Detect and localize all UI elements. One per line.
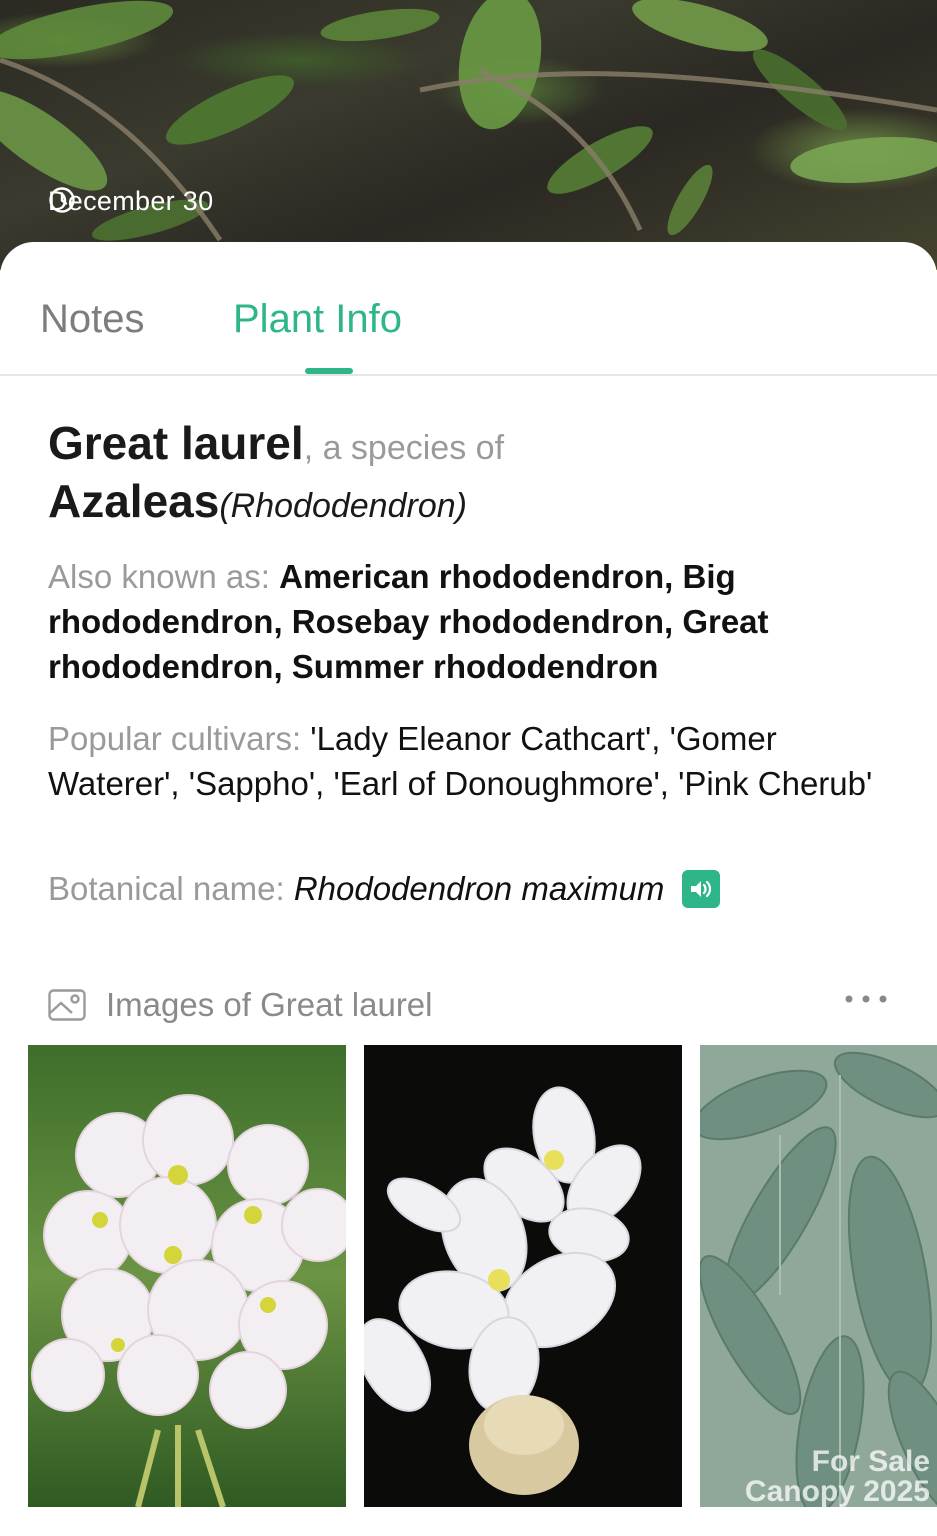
species-of-text: , a species of: [303, 429, 505, 467]
gallery-image-white-flowers[interactable]: [364, 1045, 682, 1507]
cultivars-label: Popular cultivars:: [48, 720, 311, 757]
watermark-line1: For Sale: [811, 1445, 930, 1478]
common-name: Great laurel: [48, 417, 304, 469]
images-title: Images of Great laurel: [106, 986, 433, 1023]
genus-latin-name: (Rhododendron): [219, 487, 467, 525]
plant-title: Great laurel, a species of: [48, 416, 908, 470]
active-tab-indicator: [305, 368, 353, 374]
plant-genus: Azaleas(Rhododendron): [48, 474, 908, 528]
hero-photo: December 30: [0, 0, 937, 270]
tab-bar: Notes Plant Info: [0, 242, 937, 376]
more-icon[interactable]: [844, 992, 888, 1006]
botanical-label: Botanical name:: [48, 870, 285, 907]
aka-label: Also known as:: [48, 558, 280, 595]
speaker-icon[interactable]: [682, 869, 721, 908]
hero-leaves: [0, 0, 937, 242]
clock-icon: [49, 187, 75, 213]
gallery-image-flower-cluster[interactable]: [28, 1045, 346, 1507]
tab-plant-info[interactable]: Plant Info: [233, 297, 402, 342]
plant-sheet: Notes Plant Info Great laurel, a species…: [0, 242, 937, 1536]
botanical-name: Botanical name: Rhododendron maximum: [48, 866, 898, 911]
image-gallery: For Sale Canopy 2025: [28, 1045, 937, 1507]
hero-date: December 30: [48, 186, 213, 217]
popular-cultivars: Popular cultivars: 'Lady Eleanor Cathcar…: [48, 716, 898, 806]
also-known-as: Also known as: American rhododendron, Bi…: [48, 554, 898, 689]
images-header: Images of Great laurel: [48, 982, 888, 1028]
botanical-value: Rhododendron maximum: [293, 870, 665, 907]
gallery-image-leaves[interactable]: For Sale Canopy 2025: [700, 1045, 937, 1507]
gallery-icon: [48, 989, 86, 1021]
genus-name[interactable]: Azaleas: [48, 475, 219, 527]
watermark: For Sale Canopy 2025: [745, 1447, 930, 1507]
watermark-line2: Canopy 2025: [744, 1475, 930, 1507]
tab-notes[interactable]: Notes: [40, 297, 145, 342]
